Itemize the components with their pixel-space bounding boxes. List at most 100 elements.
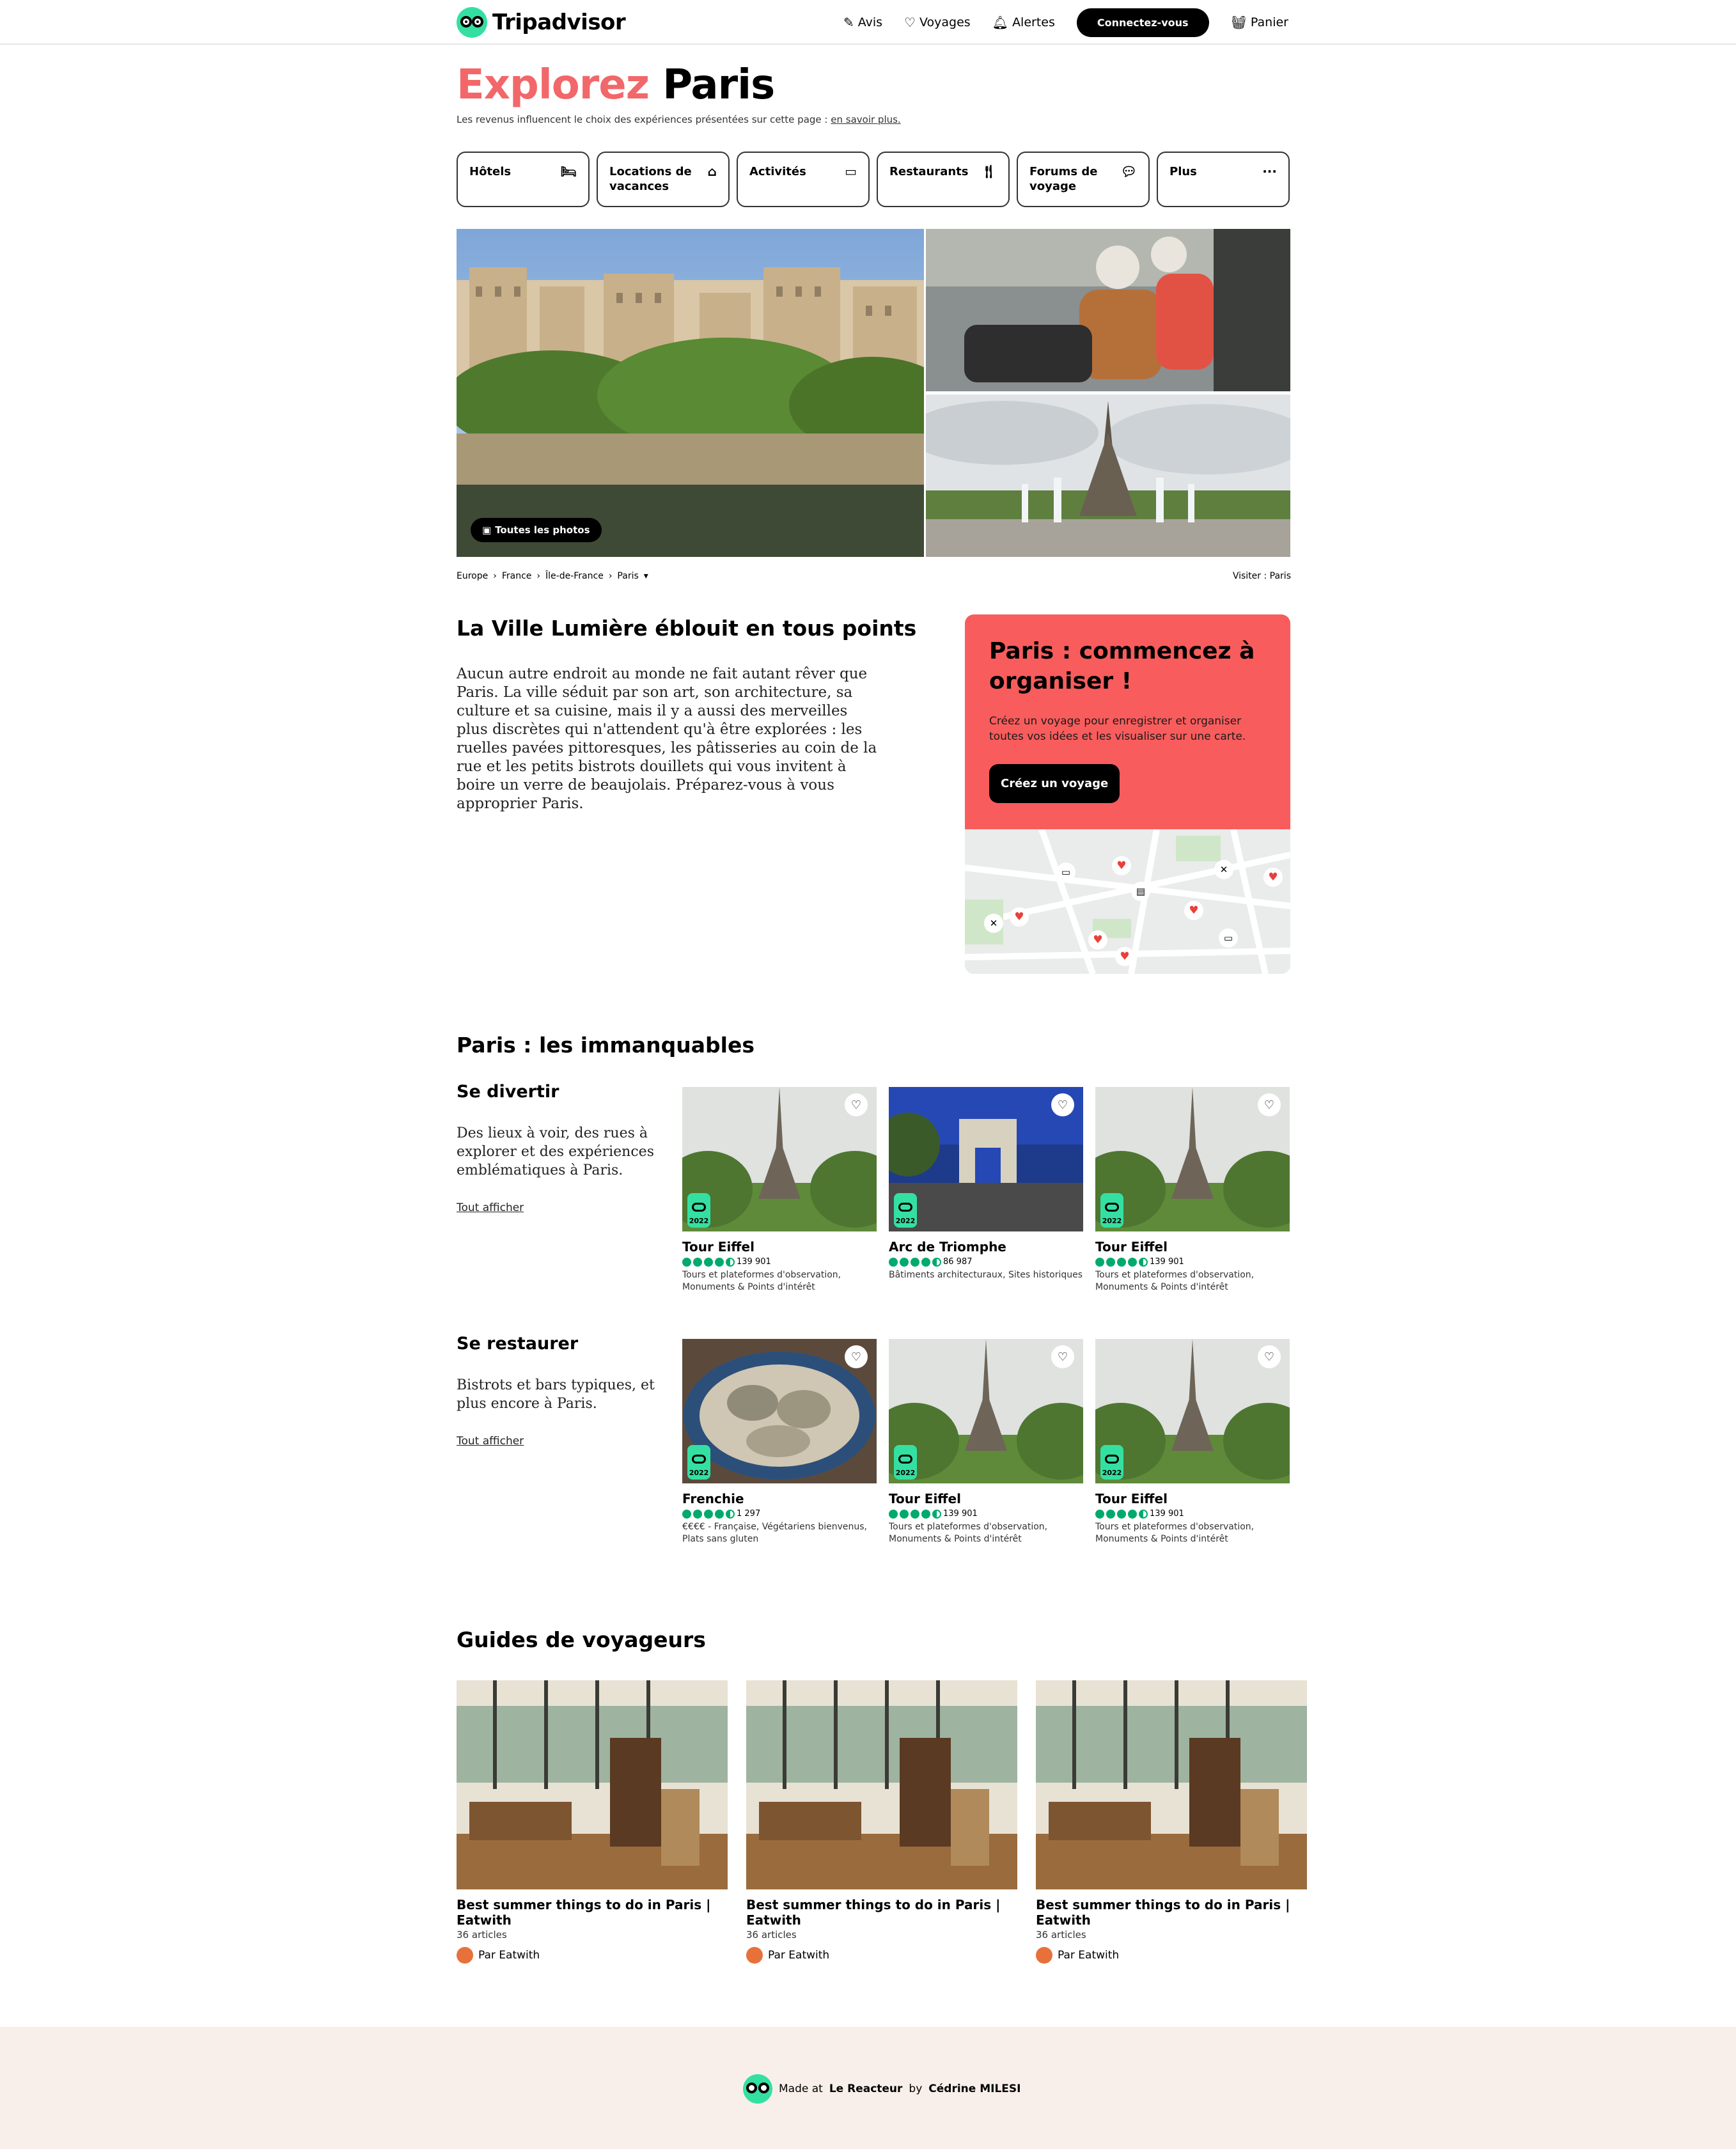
travelers-choice-badge: 2022 <box>1100 1445 1123 1480</box>
hero-photo-seine[interactable] <box>457 229 924 557</box>
save-heart-button[interactable]: ♡ <box>1258 1093 1281 1116</box>
rating-bubble <box>921 1257 930 1267</box>
card-title[interactable]: Arc de Triomphe <box>889 1239 1083 1254</box>
map-heart-icon: ♥ <box>1112 856 1131 875</box>
nav-cart-label: Panier <box>1250 15 1288 29</box>
caret-down-icon[interactable]: ▾ <box>644 571 648 581</box>
nav-reviews[interactable]: ✎ Avis <box>843 15 882 30</box>
title-city: Paris <box>662 61 775 109</box>
breadcrumb-item[interactable]: Île-de-France <box>545 571 604 581</box>
save-heart-button[interactable]: ♡ <box>845 1093 868 1116</box>
attraction-card[interactable]: ♡ 2022 Arc de Triomphe 86 987 Bâtiments … <box>889 1087 1083 1281</box>
card-image: ♡ 2022 <box>682 1087 877 1231</box>
chat-icon: 💬︎ <box>1120 164 1137 179</box>
card-title[interactable]: Frenchie <box>682 1491 877 1506</box>
rating-bubble <box>693 1509 702 1519</box>
dining-text: Bistrots et bars typiques, et plus encor… <box>457 1377 655 1412</box>
atelier-interior-image <box>457 1680 728 1889</box>
bed-icon: 🛏︎ <box>560 164 577 179</box>
rating-bubble <box>704 1257 713 1267</box>
author-name: Par Eatwith <box>478 1949 540 1962</box>
save-heart-button[interactable]: ♡ <box>1258 1345 1281 1368</box>
footer-author[interactable]: Cédrine MILESI <box>928 2083 1020 2095</box>
all-photos-label: Toutes les photos <box>495 524 590 536</box>
card-category: Tours et plateformes d'observation, Monu… <box>682 1270 841 1292</box>
author-name: Par Eatwith <box>768 1949 830 1962</box>
guide-card[interactable]: Best summer things to do in Paris | Eatw… <box>457 1680 728 1964</box>
rating-bubble <box>682 1257 691 1267</box>
card-title[interactable]: Tour Eiffel <box>682 1239 877 1254</box>
rating-bubble <box>704 1509 713 1519</box>
attraction-card[interactable]: ♡ 2022 Tour Eiffel 139 901 Tours et plat… <box>889 1339 1083 1545</box>
tab-activities[interactable]: Activités ▭ <box>737 152 870 207</box>
card-title[interactable]: Tour Eiffel <box>1095 1239 1290 1254</box>
rating-bubble <box>911 1257 919 1267</box>
rating-bubble <box>889 1509 898 1519</box>
tab-forums[interactable]: Forums de voyage 💬︎ <box>1017 152 1150 207</box>
tab-hotels[interactable]: Hôtels 🛏︎ <box>457 152 590 207</box>
tab-label: Hôtels <box>469 165 512 178</box>
trip-text: Créez un voyage pour enregistrer et orga… <box>989 715 1246 743</box>
dining-heading: Se restaurer <box>457 1334 579 1354</box>
guide-title: Best summer things to do in Paris | Eatw… <box>457 1897 711 1928</box>
rating-bubble-half <box>1139 1257 1148 1267</box>
breadcrumb-item[interactable]: Europe <box>457 571 488 581</box>
dining-see-all-link[interactable]: Tout afficher <box>457 1435 524 1448</box>
intro-heading: La Ville Lumière éblouit en tous points <box>457 616 917 641</box>
card-title[interactable]: Tour Eiffel <box>1095 1491 1290 1506</box>
visit-link[interactable]: Visiter : Paris <box>1233 571 1291 581</box>
save-heart-button[interactable]: ♡ <box>1051 1345 1074 1368</box>
tab-restaurants[interactable]: Restaurants 🍴︎ <box>877 152 1010 207</box>
save-heart-button[interactable]: ♡ <box>845 1345 868 1368</box>
breadcrumb-item[interactable]: France <box>502 571 532 581</box>
attraction-card[interactable]: ♡ 2022 Tour Eiffel 139 901 Tours et plat… <box>682 1087 877 1293</box>
logo-text: Tripadvisor <box>492 10 626 35</box>
badge-year: 2022 <box>895 1469 916 1477</box>
create-trip-button[interactable]: Créez un voyage <box>989 764 1120 803</box>
guide-article-count: 36 articles <box>457 1929 507 1941</box>
guide-title: Best summer things to do in Paris | Eatw… <box>746 1897 1001 1928</box>
save-heart-button[interactable]: ♡ <box>1051 1093 1074 1116</box>
entertainment-see-all-link[interactable]: Tout afficher <box>457 1201 524 1214</box>
nav-alerts[interactable]: 🔔︎ Alertes <box>992 15 1055 30</box>
sign-in-button[interactable]: Connectez-vous <box>1076 8 1209 37</box>
title-accent: Explorez <box>457 61 650 109</box>
guide-image <box>457 1680 728 1889</box>
card-category: €€€€ - Française, Végétariens bienvenus,… <box>682 1522 867 1544</box>
guide-card[interactable]: Best summer things to do in Paris | Eatw… <box>746 1680 1017 1964</box>
tab-more[interactable]: Plus ··· <box>1157 152 1290 207</box>
nav-reviews-label: Avis <box>857 15 883 29</box>
owl-icon <box>692 1203 706 1212</box>
guide-card[interactable]: Best summer things to do in Paris | Eatw… <box>1036 1680 1307 1964</box>
heart-icon: ♡ <box>850 1098 862 1112</box>
tripadvisor-logo[interactable]: Tripadvisor <box>457 6 626 38</box>
travelers-choice-badge: 2022 <box>687 1445 710 1480</box>
nav-trips-label: Voyages <box>919 15 971 29</box>
nav-trips[interactable]: ♡ Voyages <box>904 15 971 30</box>
map-heart-icon: ♥ <box>1184 901 1203 920</box>
heart-icon: ♡ <box>904 15 916 30</box>
footer-by: by <box>909 2083 923 2095</box>
card-title[interactable]: Tour Eiffel <box>889 1491 1083 1506</box>
rating-bubble <box>900 1509 909 1519</box>
hero-photo-scooter[interactable] <box>926 229 1290 391</box>
entertainment-heading: Se divertir <box>457 1082 559 1102</box>
learn-more-link[interactable]: en savoir plus. <box>831 114 900 125</box>
attraction-card[interactable]: ♡ 2022 Tour Eiffel 139 901 Tours et plat… <box>1095 1339 1290 1545</box>
all-photos-button[interactable]: ▣ Toutes les photos <box>471 518 602 542</box>
rating-bubble <box>1128 1257 1137 1267</box>
footer-place[interactable]: Le Reacteur <box>829 2083 903 2095</box>
card-category: Bâtiments architecturaux, Sites historiq… <box>889 1270 1083 1280</box>
rating-bubble-half <box>932 1257 941 1267</box>
tab-vacation-rentals[interactable]: Locations de vacances ⌂ <box>597 152 730 207</box>
rating-bubble <box>1106 1257 1115 1267</box>
nav-cart[interactable]: 🧺︎ Panier <box>1231 15 1288 30</box>
breadcrumb-item[interactable]: Paris <box>617 571 638 581</box>
scooter-riders-image <box>926 229 1290 391</box>
must-see-heading: Paris : les immanquables <box>457 1033 755 1058</box>
map-bed-icon: ▤ <box>1131 882 1150 901</box>
attraction-card[interactable]: ♡ 2022 Tour Eiffel 139 901 Tours et plat… <box>1095 1087 1290 1293</box>
map-heart-icon: ♥ <box>1010 907 1029 926</box>
hero-photo-eiffel[interactable] <box>926 395 1290 557</box>
restaurant-card[interactable]: ♡ 2022 Frenchie 1 297 €€€€ - Française, … <box>682 1339 877 1545</box>
